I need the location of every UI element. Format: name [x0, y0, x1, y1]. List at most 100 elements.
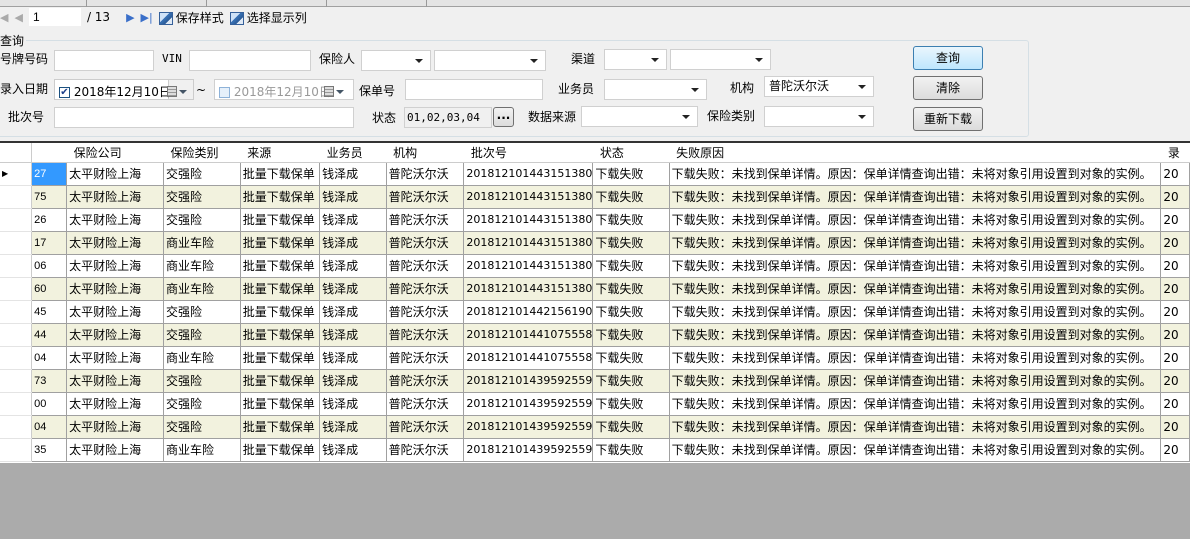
table-cell[interactable]: 下载失败 — [592, 207, 670, 232]
table-cell[interactable]: 20 — [1160, 161, 1190, 186]
table-cell[interactable]: 普陀沃尔沃 — [385, 345, 465, 370]
tab-strip[interactable] — [0, 0, 1190, 7]
table-cell[interactable]: 批量下载保单 — [239, 230, 321, 255]
table-cell[interactable]: 钱泽成 — [319, 184, 387, 209]
table-cell[interactable]: 商业车险 — [162, 437, 241, 462]
table-cell[interactable]: 太平财险上海 — [66, 414, 164, 439]
row-header[interactable] — [0, 369, 33, 393]
save-style-button[interactable]: 保存样式 — [158, 9, 224, 26]
table-cell[interactable]: 201812101439592559 — [463, 437, 594, 462]
table-row[interactable]: 04 太平财险上海 商业车险 批量下载保单 钱泽成 普陀沃尔沃 20181210144107… — [0, 345, 1190, 370]
row-header[interactable] — [0, 277, 33, 301]
table-cell[interactable]: 下载失败 — [592, 368, 670, 393]
table-cell[interactable]: 太平财险上海 — [66, 253, 164, 278]
table-cell[interactable]: 普陀沃尔沃 — [385, 253, 465, 278]
channel-sub-select[interactable] — [670, 49, 771, 70]
column-header[interactable]: 机构 — [386, 143, 464, 163]
row-header[interactable] — [0, 438, 33, 462]
table-cell[interactable]: 201812101441075558 — [463, 322, 594, 347]
table-cell[interactable]: 交强险 — [162, 322, 241, 347]
table-cell[interactable]: 太平财险上海 — [66, 299, 164, 324]
table-cell[interactable]: 下载失败：未找到保单详情。原因：保单详情查询出错：未将对象引用设置到对象的实例。 — [668, 184, 1162, 209]
table-cell[interactable]: 太平财险上海 — [66, 322, 164, 347]
row-header[interactable] — [0, 185, 33, 209]
table-cell[interactable]: 普陀沃尔沃 — [385, 414, 465, 439]
calendar-icon[interactable] — [324, 86, 334, 97]
table-cell[interactable]: 交强险 — [162, 299, 241, 324]
table-cell[interactable]: 201812101442156190 — [463, 299, 594, 324]
table-row[interactable]: 75 太平财险上海 交强险 批量下载保单 钱泽成 普陀沃尔沃 201812101443151… — [0, 184, 1190, 209]
table-cell[interactable]: 04 — [31, 345, 68, 370]
table-cell[interactable]: 普陀沃尔沃 — [385, 437, 465, 462]
first-page-icon[interactable]: ◀ — [0, 11, 8, 24]
column-header[interactable]: 失败原因 — [669, 143, 1161, 163]
table-cell[interactable]: 下载失败 — [592, 414, 670, 439]
status-input[interactable]: 01,02,03,04 — [404, 107, 492, 128]
table-cell[interactable]: 交强险 — [162, 184, 241, 209]
table-cell[interactable]: 钱泽成 — [319, 207, 387, 232]
table-cell[interactable]: 钱泽成 — [319, 253, 387, 278]
calendar-icon[interactable] — [167, 86, 177, 97]
clear-button[interactable]: 清除 — [913, 76, 983, 100]
last-page-icon[interactable]: ▶| — [141, 11, 153, 24]
table-cell[interactable]: 201812101439592559 — [463, 368, 594, 393]
select-columns-button[interactable]: 选择显示列 — [229, 9, 307, 26]
table-cell[interactable]: 20 — [1160, 230, 1190, 255]
status-picker-button[interactable]: ... — [493, 107, 514, 127]
table-cell[interactable]: 04 — [31, 414, 68, 439]
row-header[interactable] — [0, 208, 33, 232]
table-cell[interactable]: 下载失败：未找到保单详情。原因：保单详情查询出错：未将对象引用设置到对象的实例。 — [668, 161, 1162, 186]
table-cell[interactable]: 下载失败：未找到保单详情。原因：保单详情查询出错：未将对象引用设置到对象的实例。 — [668, 368, 1162, 393]
table-cell[interactable]: 下载失败 — [592, 230, 670, 255]
table-row[interactable]: 04 太平财险上海 交强险 批量下载保单 钱泽成 普陀沃尔沃 201812101439592… — [0, 414, 1190, 439]
table-cell[interactable]: 下载失败 — [592, 322, 670, 347]
date-to-picker[interactable]: 2018年12月10日 — [214, 79, 354, 100]
column-header[interactable]: 保险公司 — [66, 143, 164, 163]
table-cell[interactable]: 批量下载保单 — [239, 414, 321, 439]
table-cell[interactable]: 20 — [1160, 253, 1190, 278]
table-cell[interactable]: 20 — [1160, 414, 1190, 439]
table-cell[interactable]: 下载失败 — [592, 253, 670, 278]
table-row[interactable]: 35 太平财险上海 商业车险 批量下载保单 钱泽成 普陀沃尔沃 20181210143959… — [0, 437, 1190, 462]
table-cell[interactable]: 下载失败 — [592, 391, 670, 416]
table-cell[interactable]: 交强险 — [162, 161, 241, 186]
date-to-checkbox[interactable] — [219, 87, 230, 98]
table-cell[interactable]: 45 — [31, 299, 68, 324]
table-cell[interactable]: 下载失败：未找到保单详情。原因：保单详情查询出错：未将对象引用设置到对象的实例。 — [668, 276, 1162, 301]
table-cell[interactable]: 00 — [31, 391, 68, 416]
row-header[interactable] — [0, 323, 33, 347]
ins-type-select[interactable] — [764, 106, 874, 127]
table-cell[interactable]: 下载失败：未找到保单详情。原因：保单详情查询出错：未将对象引用设置到对象的实例。 — [668, 391, 1162, 416]
row-header[interactable] — [0, 231, 33, 255]
table-cell[interactable]: 下载失败：未找到保单详情。原因：保单详情查询出错：未将对象引用设置到对象的实例。 — [668, 322, 1162, 347]
table-cell[interactable]: 201812101443151380 — [463, 230, 594, 255]
table-cell[interactable]: 钱泽成 — [319, 391, 387, 416]
table-cell[interactable]: 201812101441075558 — [463, 345, 594, 370]
table-cell[interactable]: 下载失败 — [592, 161, 670, 186]
table-cell[interactable]: 批量下载保单 — [239, 253, 321, 278]
table-cell[interactable]: 太平财险上海 — [66, 437, 164, 462]
table-cell[interactable]: 20 — [1160, 437, 1190, 462]
table-cell[interactable]: 太平财险上海 — [66, 345, 164, 370]
table-cell[interactable]: 下载失败：未找到保单详情。原因：保单详情查询出错：未将对象引用设置到对象的实例。 — [668, 299, 1162, 324]
table-cell[interactable]: 普陀沃尔沃 — [385, 299, 465, 324]
table-cell[interactable]: 太平财险上海 — [66, 161, 164, 186]
plate-input[interactable] — [54, 50, 154, 71]
table-cell[interactable]: 太平财险上海 — [66, 207, 164, 232]
table-cell[interactable]: 普陀沃尔沃 — [385, 276, 465, 301]
table-cell[interactable]: 20 — [1160, 184, 1190, 209]
column-header[interactable]: 来源 — [240, 143, 320, 163]
table-cell[interactable]: 201812101443151380 — [463, 184, 594, 209]
table-cell[interactable]: 下载失败：未找到保单详情。原因：保单详情查询出错：未将对象引用设置到对象的实例。 — [668, 437, 1162, 462]
table-row[interactable]: 60 太平财险上海 商业车险 批量下载保单 钱泽成 普陀沃尔沃 20181210144315… — [0, 276, 1190, 301]
column-header[interactable]: 录 — [1160, 143, 1190, 163]
table-cell[interactable]: 201812101443151380 — [463, 253, 594, 278]
column-header[interactable]: 业务员 — [319, 143, 387, 163]
table-cell[interactable]: 下载失败：未找到保单详情。原因：保单详情查询出错：未将对象引用设置到对象的实例。 — [668, 207, 1162, 232]
table-row[interactable]: ▶ 27 太平财险上海 交强险 批量下载保单 钱泽成 普陀沃尔沃 20181210144315… — [0, 161, 1190, 186]
table-cell[interactable]: 20 — [1160, 322, 1190, 347]
table-cell[interactable]: 20 — [1160, 299, 1190, 324]
table-row[interactable]: 00 太平财险上海 交强险 批量下载保单 钱泽成 普陀沃尔沃 201812101439592… — [0, 391, 1190, 416]
query-button[interactable]: 查询 — [913, 46, 983, 70]
column-header[interactable] — [31, 143, 67, 163]
